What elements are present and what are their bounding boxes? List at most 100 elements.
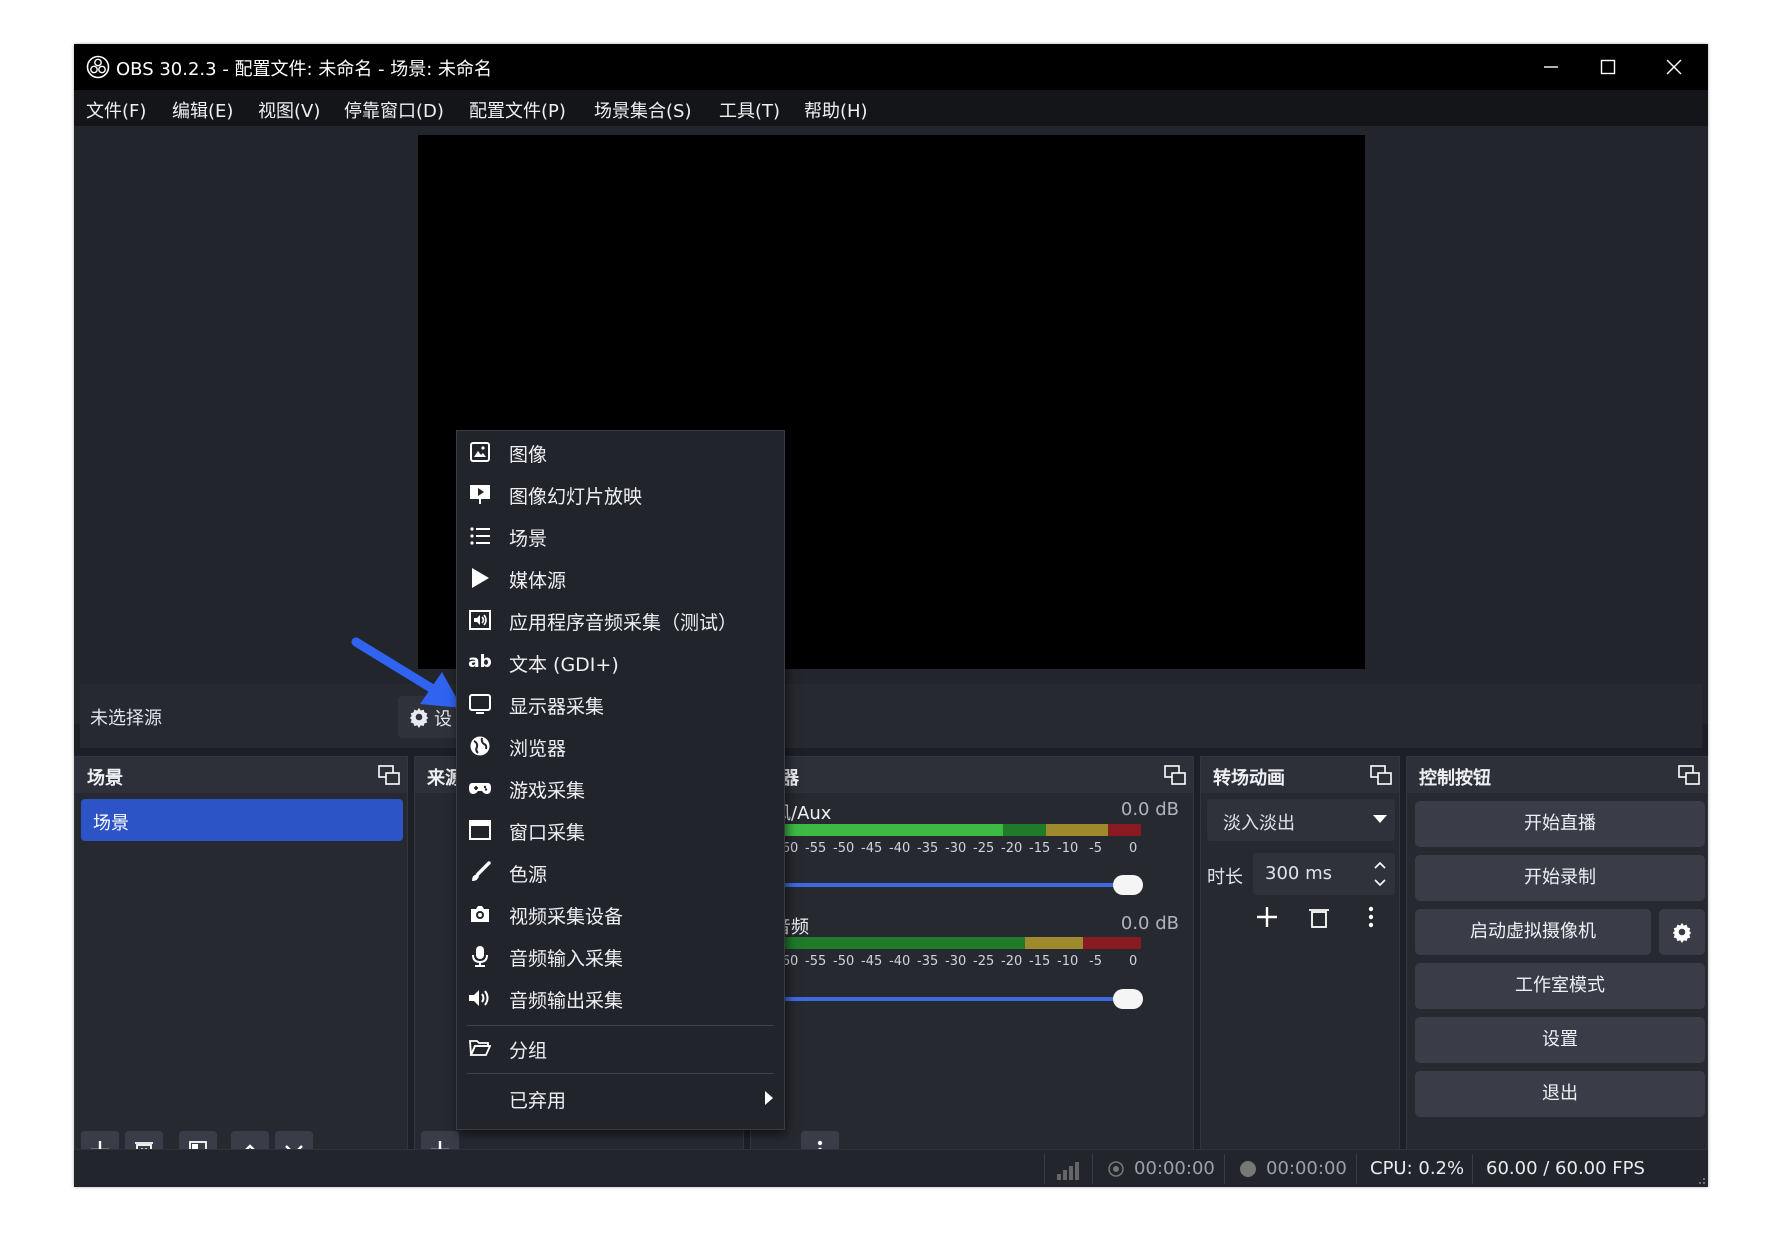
obs-logo-icon <box>86 55 110 79</box>
gear-icon <box>1672 922 1692 943</box>
tick-label: -5 <box>1089 841 1102 856</box>
mic-volume-handle[interactable] <box>1113 875 1143 895</box>
resize-grip-icon[interactable] <box>1694 1173 1706 1185</box>
image-icon <box>467 439 493 465</box>
maximize-button[interactable] <box>1574 44 1642 90</box>
status-separator <box>1472 1154 1473 1184</box>
window-title: OBS 30.2.3 - 配置文件: 未命名 - 场景: 未命名 <box>116 59 493 80</box>
status-bar: 00:00:00 00:00:00 CPU: 0.2% 60.00 / 60.0… <box>74 1149 1708 1187</box>
spin-arrows-icon[interactable] <box>1373 859 1387 889</box>
menu-item-audio-output-capture[interactable]: 音频输出采集 <box>457 977 784 1019</box>
menu-item-display-capture[interactable]: 显示器采集 <box>457 683 784 725</box>
undock-icon[interactable] <box>1163 763 1187 787</box>
tick-label: -20 <box>1001 841 1023 856</box>
menu-item-video-capture-device[interactable]: 视频采集设备 <box>457 893 784 935</box>
close-button[interactable] <box>1640 44 1708 90</box>
menu-item-audio-input-capture[interactable]: 音频输入采集 <box>457 935 784 977</box>
mic-channel-db: 0.0 dB <box>1120 799 1179 820</box>
menu-edit[interactable]: 编辑(E) <box>172 97 233 123</box>
transition-select[interactable]: 淡入淡出 <box>1207 799 1395 841</box>
menu-file[interactable]: 文件(F) <box>86 97 146 123</box>
trash-icon[interactable] <box>1307 905 1331 929</box>
tick-label: -30 <box>945 954 967 969</box>
controls-dock: 控制按钮 开始直播 开始录制 启动虚拟摄像机 工作室模式 设置 退出 <box>1406 756 1708 1178</box>
menu-item-label: 分组 <box>509 1040 548 1062</box>
audio-mixer-dock: 音器 克风/Aux 0.0 dB -60 -55 -50 -45 -40 -35… <box>750 756 1194 1178</box>
menu-item-text-gdi[interactable]: ab 文本 (GDI+) <box>457 641 784 683</box>
camera-icon <box>467 901 493 927</box>
streaming-status-icon <box>1108 1161 1124 1177</box>
menu-bar: 文件(F) 编辑(E) 视图(V) 停靠窗口(D) 配置文件(P) 场景集合(S… <box>74 90 1708 126</box>
tick-label: -45 <box>861 954 883 969</box>
cpu-usage: CPU: 0.2% <box>1370 1158 1465 1179</box>
close-icon <box>1666 59 1682 75</box>
maximize-icon <box>1600 59 1616 75</box>
tick-label: -55 <box>805 954 827 969</box>
controls-header: 控制按钮 <box>1407 757 1707 793</box>
tick-label: -30 <box>945 841 967 856</box>
menu-tools[interactable]: 工具(T) <box>719 97 780 123</box>
menu-item-game-capture[interactable]: 游戏采集 <box>457 767 784 809</box>
tick-label: -10 <box>1057 841 1079 856</box>
desktop-volume-slider[interactable] <box>777 989 1143 1009</box>
menu-item-image[interactable]: 图像 <box>457 431 784 473</box>
transitions-header: 转场动画 <box>1201 757 1399 793</box>
menu-view[interactable]: 视图(V) <box>258 97 320 123</box>
mic-volume-slider[interactable] <box>777 875 1143 895</box>
status-separator <box>1356 1154 1357 1184</box>
start-virtual-camera-button[interactable]: 启动虚拟摄像机 <box>1415 909 1651 955</box>
tick-label: -25 <box>973 841 995 856</box>
undock-icon[interactable] <box>1677 763 1701 787</box>
folder-icon <box>467 1035 493 1061</box>
tick-label: -10 <box>1057 954 1079 969</box>
source-toolbar: 未选择源 设 <box>80 684 1702 748</box>
mic-level-meter <box>777 824 1141 836</box>
menu-item-scene[interactable]: 场景 <box>457 515 784 557</box>
menu-item-group[interactable]: 分组 <box>457 1027 784 1069</box>
menu-item-app-audio-capture[interactable]: 应用程序音频采集（测试） <box>457 599 784 641</box>
menu-profile[interactable]: 配置文件(P) <box>469 97 566 123</box>
menu-item-browser[interactable]: 浏览器 <box>457 725 784 767</box>
duration-spinbox[interactable]: 300 ms <box>1253 853 1395 895</box>
menu-item-label: 应用程序音频采集（测试） <box>509 612 738 634</box>
status-separator <box>1224 1154 1225 1184</box>
brush-icon <box>467 859 493 885</box>
menu-scene-collection[interactable]: 场景集合(S) <box>594 97 691 123</box>
duration-label: 时长 <box>1207 867 1243 888</box>
more-vertical-icon[interactable] <box>1359 905 1383 929</box>
mixer-header: 音器 <box>751 757 1193 793</box>
undock-icon[interactable] <box>377 763 401 787</box>
menu-help[interactable]: 帮助(H) <box>804 97 868 123</box>
no-source-label: 未选择源 <box>90 708 162 729</box>
speaker-icon <box>467 985 493 1011</box>
text-icon: ab <box>468 652 492 672</box>
scene-list-item[interactable]: 场景 <box>81 799 403 841</box>
desktop-volume-handle[interactable] <box>1113 989 1143 1009</box>
virtual-camera-settings-button[interactable] <box>1659 909 1705 955</box>
start-recording-button[interactable]: 开始录制 <box>1415 855 1705 901</box>
microphone-icon <box>467 943 493 969</box>
menu-divider <box>467 1073 774 1074</box>
menu-item-window-capture[interactable]: 窗口采集 <box>457 809 784 851</box>
menu-item-label: 视频采集设备 <box>509 906 624 928</box>
menu-item-media-source[interactable]: 媒体源 <box>457 557 784 599</box>
menu-item-color-source[interactable]: 色源 <box>457 851 784 893</box>
menu-docks[interactable]: 停靠窗口(D) <box>344 97 444 123</box>
tick-label: 0 <box>1129 841 1138 856</box>
start-streaming-button[interactable]: 开始直播 <box>1415 801 1705 847</box>
stream-time: 00:00:00 <box>1134 1158 1215 1179</box>
add-transition-icon[interactable] <box>1255 905 1279 929</box>
exit-button[interactable]: 退出 <box>1415 1071 1705 1117</box>
menu-item-label: 图像 <box>509 444 548 466</box>
signal-bars-icon <box>1057 1162 1079 1180</box>
tick-label: 0 <box>1129 954 1138 969</box>
menu-item-image-slideshow[interactable]: 图像幻灯片放映 <box>457 473 784 515</box>
menu-item-label: 媒体源 <box>509 570 567 592</box>
studio-mode-button[interactable]: 工作室模式 <box>1415 963 1705 1009</box>
submenu-arrow-icon <box>765 1091 773 1105</box>
settings-button[interactable]: 设置 <box>1415 1017 1705 1063</box>
menu-item-deprecated[interactable]: 已弃用 <box>457 1077 784 1119</box>
undock-icon[interactable] <box>1369 763 1393 787</box>
transitions-title: 转场动画 <box>1213 768 1285 789</box>
desktop-level-meter <box>777 937 1141 949</box>
